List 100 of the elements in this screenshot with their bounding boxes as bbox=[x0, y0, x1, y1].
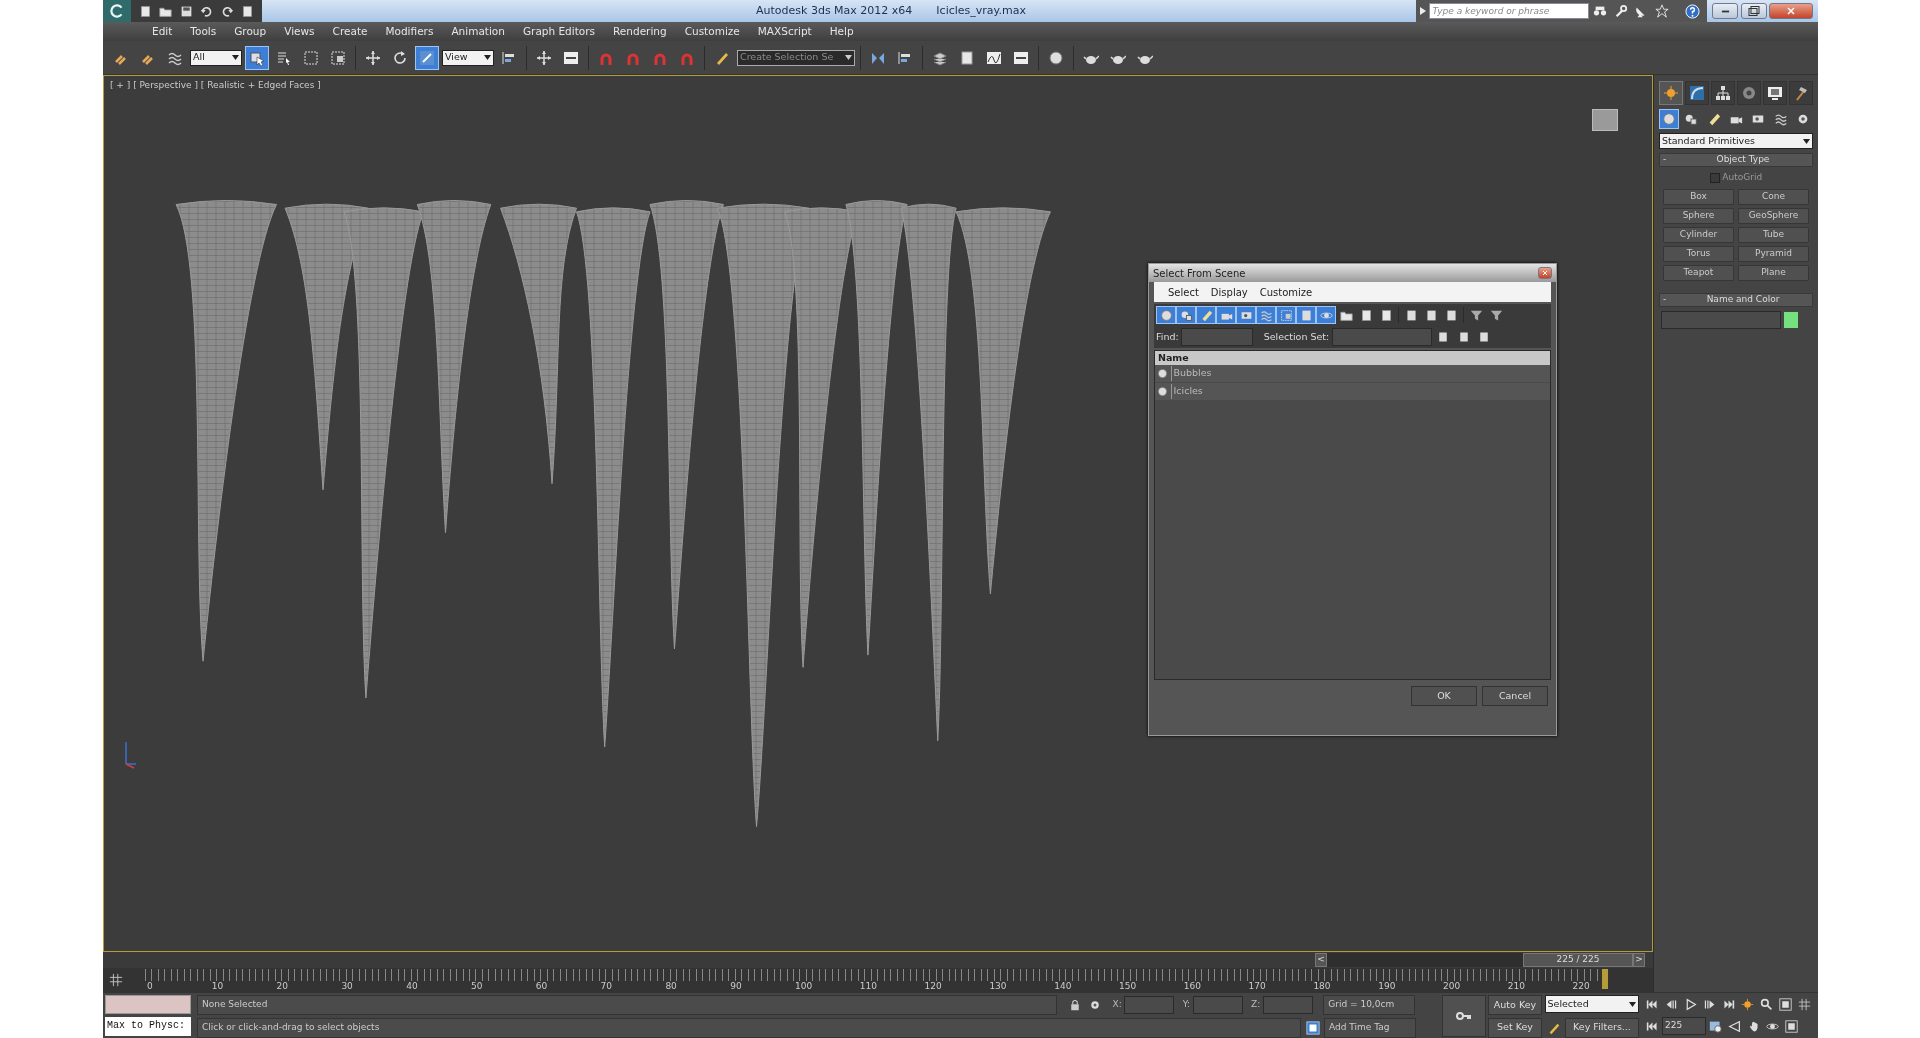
object-type-button[interactable]: GeoSphere bbox=[1738, 207, 1809, 224]
collapse-toggle[interactable]: - bbox=[1660, 153, 1674, 167]
cursor-icon[interactable] bbox=[245, 45, 269, 70]
caret-icon bbox=[232, 55, 239, 61]
coordinate-field[interactable] bbox=[1262, 996, 1313, 1014]
maxscript-listener-field[interactable] bbox=[105, 995, 191, 1014]
ruler-tick-label: 150 bbox=[1119, 980, 1137, 993]
menu-item[interactable]: MAXScript bbox=[748, 23, 821, 40]
menu-item[interactable]: Graph Editors bbox=[513, 23, 605, 40]
autogrid-checkbox[interactable] bbox=[1709, 172, 1720, 183]
search-field[interactable]: Type a keyword or phrase bbox=[1428, 3, 1589, 19]
close-icon bbox=[1785, 5, 1797, 17]
maxscript-mini-listener[interactable]: Max to Physc: bbox=[105, 1016, 191, 1036]
auto-key-button[interactable]: Auto Key bbox=[1488, 995, 1542, 1015]
menu-item[interactable]: Edit bbox=[143, 23, 182, 40]
caret-icon bbox=[1628, 1001, 1636, 1007]
object-type-button[interactable]: Pyramid bbox=[1738, 245, 1809, 262]
minimize-button[interactable] bbox=[1712, 3, 1738, 19]
menu-item[interactable]: Animation bbox=[442, 23, 514, 40]
ruler-tick-label: 110 bbox=[859, 980, 877, 993]
ruler-tick-label: 220 bbox=[1572, 980, 1590, 993]
ruler-tick-label: 210 bbox=[1507, 980, 1525, 993]
restore-button[interactable] bbox=[1740, 3, 1767, 19]
object-type-button[interactable]: Sphere bbox=[1663, 207, 1734, 224]
curve-icon[interactable] bbox=[1685, 81, 1709, 105]
rollout-title[interactable]: Object Type bbox=[1674, 153, 1812, 167]
file-name: Icicles_vray.max bbox=[936, 2, 1026, 19]
hammer-icon[interactable] bbox=[1789, 81, 1813, 105]
star-icon[interactable] bbox=[1652, 2, 1671, 20]
current-frame-field[interactable]: 225 bbox=[1662, 1017, 1706, 1035]
set-keys-button[interactable] bbox=[1442, 995, 1486, 1037]
sunburst-icon[interactable] bbox=[1659, 81, 1683, 105]
object-type-button[interactable]: Cylinder bbox=[1663, 226, 1734, 243]
maximize-viewport-icon[interactable] bbox=[1776, 995, 1795, 1014]
menu-item[interactable]: Group bbox=[225, 23, 276, 40]
ruler-tick-label: 30 bbox=[341, 980, 353, 993]
menu-item[interactable]: Create bbox=[323, 23, 377, 40]
selection-filter-dropdown[interactable]: All bbox=[190, 49, 242, 66]
named-selection-dropdown[interactable]: Create Selection Se bbox=[737, 49, 855, 66]
object-type-button[interactable]: Cone bbox=[1738, 188, 1809, 205]
menu-item[interactable]: Modifiers bbox=[376, 23, 443, 40]
object-type-button[interactable]: Box bbox=[1663, 188, 1734, 205]
menu-item[interactable]: Customize bbox=[1259, 284, 1313, 300]
object-type-button[interactable]: Torus bbox=[1663, 245, 1734, 262]
coordinate-field[interactable] bbox=[1124, 996, 1175, 1014]
time-slider[interactable]: 225 / 225 bbox=[1327, 953, 1633, 967]
menu-item[interactable]: Rendering bbox=[604, 23, 676, 40]
column-header[interactable]: Name bbox=[1155, 351, 1550, 365]
menu-item[interactable]: Select bbox=[1168, 284, 1199, 300]
category-dropdown[interactable]: Standard Primitives bbox=[1659, 133, 1813, 149]
shapes-icon[interactable] bbox=[1176, 306, 1196, 324]
axis-tripod-icon bbox=[125, 741, 137, 769]
list-row[interactable]: Icicles bbox=[1155, 383, 1550, 401]
ruler-tick-label: 200 bbox=[1443, 980, 1461, 993]
restore-icon bbox=[1747, 5, 1760, 17]
grid-spacing: Grid = 10,0cm bbox=[1323, 995, 1416, 1015]
expand-arrow-icon[interactable] bbox=[1420, 7, 1426, 15]
set-key-button[interactable]: Set Key bbox=[1488, 1017, 1542, 1038]
object-type-button[interactable]: Plane bbox=[1738, 264, 1809, 281]
app-logo-button[interactable] bbox=[103, 0, 131, 22]
track-bar-icon[interactable] bbox=[107, 972, 125, 986]
ruler-tick-label: 160 bbox=[1183, 980, 1201, 993]
close-button[interactable] bbox=[1538, 267, 1552, 279]
coordinate-field[interactable] bbox=[1192, 996, 1243, 1014]
dialog-title: Select From Scene bbox=[1153, 266, 1246, 281]
rollout-title[interactable]: Name and Color bbox=[1674, 292, 1812, 307]
menu-item[interactable]: Display bbox=[1210, 284, 1248, 300]
dialog-button[interactable]: Cancel bbox=[1482, 686, 1548, 706]
time-slider-thumb[interactable]: 225 / 225 bbox=[1523, 953, 1633, 967]
coordinate-label: X: bbox=[1112, 998, 1122, 1012]
key-mode-dropdown[interactable]: Selected bbox=[1544, 995, 1639, 1013]
dialog-button[interactable]: OK bbox=[1411, 686, 1477, 706]
object-type-button[interactable]: Tube bbox=[1738, 226, 1809, 243]
viewport-label: [ + ] [ Perspective ] [ Realistic + Edged Faces ] bbox=[110, 79, 321, 92]
list-row[interactable]: Bubbles bbox=[1155, 365, 1550, 383]
previous-button[interactable]: < bbox=[1315, 953, 1327, 967]
coordinate-label: Y: bbox=[1182, 998, 1191, 1012]
menu-item[interactable]: Tools bbox=[181, 23, 226, 40]
monitor-icon[interactable] bbox=[1763, 81, 1787, 105]
close-icon bbox=[1541, 269, 1549, 277]
collapse-toggle[interactable]: - bbox=[1660, 292, 1674, 307]
sphere-icon bbox=[1157, 386, 1168, 397]
object-name-field[interactable] bbox=[1661, 310, 1781, 329]
autogrid-label: AutoGrid bbox=[1722, 171, 1763, 184]
ruler-tick-label: 130 bbox=[989, 980, 1007, 993]
menu-item[interactable]: Views bbox=[275, 23, 324, 40]
find-field[interactable] bbox=[1181, 328, 1254, 346]
ruler-tick-label: 60 bbox=[535, 980, 548, 993]
menu-item[interactable]: Help bbox=[820, 23, 863, 40]
tag-icon[interactable] bbox=[1303, 1018, 1322, 1037]
color-swatch[interactable] bbox=[1783, 311, 1798, 328]
hierarchy-icon[interactable] bbox=[1711, 81, 1735, 105]
reference-coordinate-dropdown[interactable]: View bbox=[442, 49, 494, 66]
object-type-button[interactable]: Teapot bbox=[1663, 264, 1734, 281]
ruler-tick-label: 120 bbox=[924, 980, 942, 993]
next-button[interactable]: > bbox=[1633, 953, 1645, 967]
key-filters-button[interactable]: Key Filters... bbox=[1565, 1017, 1639, 1038]
add-time-tag-button[interactable]: Add Time Tag bbox=[1324, 1017, 1416, 1038]
menu-item[interactable]: Customize bbox=[675, 23, 749, 40]
ruler-tick-label: 90 bbox=[730, 980, 742, 993]
